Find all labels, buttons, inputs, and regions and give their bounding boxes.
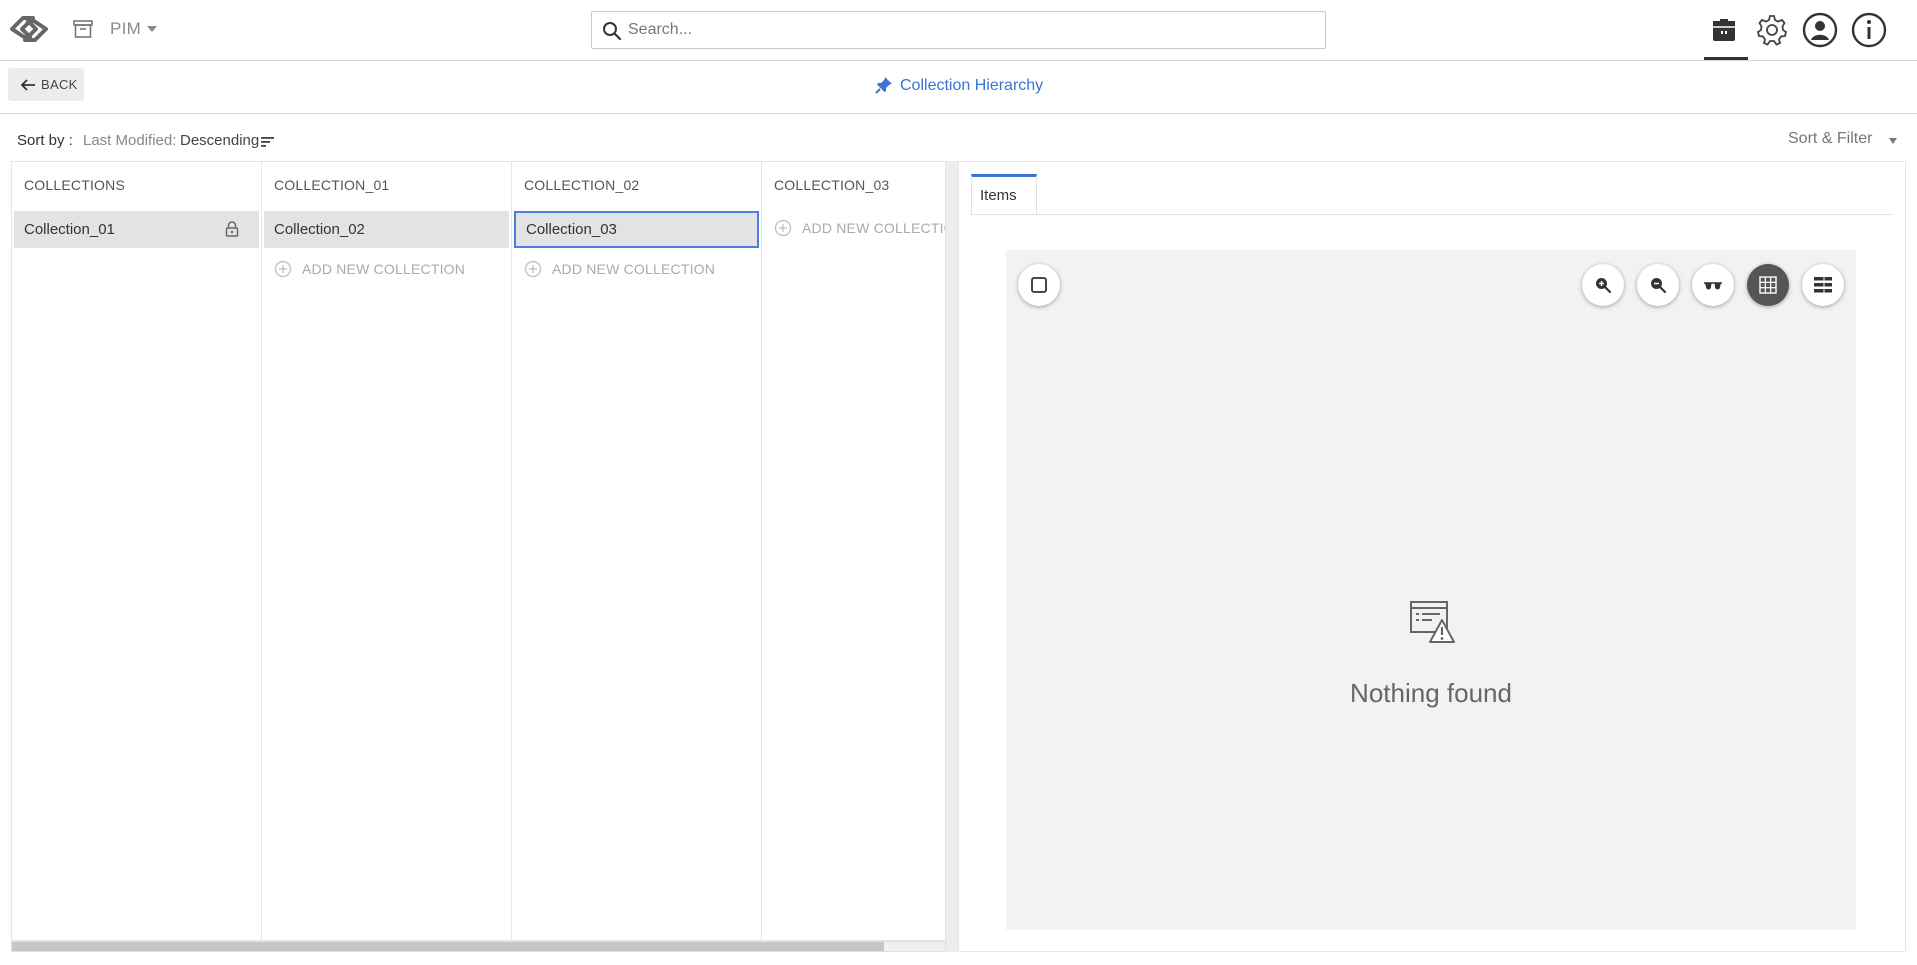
- glasses-icon: [1704, 282, 1722, 290]
- back-button[interactable]: BACK: [8, 68, 84, 101]
- plus-circle-icon: [274, 260, 292, 278]
- column-header: COLLECTION_02: [524, 177, 640, 193]
- empty-state-message: Nothing found: [1350, 678, 1512, 708]
- pin-icon: [875, 77, 892, 94]
- collection-item[interactable]: Collection_01: [14, 211, 259, 248]
- column-header: COLLECTION_01: [274, 177, 390, 193]
- sub-bar: BACK Collection Hierarchy: [0, 61, 1917, 114]
- items-viewer: [1006, 250, 1856, 930]
- info-icon[interactable]: [1850, 11, 1888, 49]
- sort-filter-dropdown[interactable]: Sort & Filter: [1788, 130, 1872, 148]
- tab-items[interactable]: Items: [971, 174, 1037, 214]
- search-icon: [603, 22, 622, 41]
- zoom-in-button[interactable]: [1582, 264, 1624, 306]
- checkbox-icon: [1031, 277, 1047, 293]
- tab-label: Items: [980, 187, 1017, 204]
- user-account-icon[interactable]: [1801, 11, 1839, 49]
- collection-item-label: Collection_02: [274, 221, 365, 238]
- top-bar: PIM: [0, 0, 1917, 61]
- archive-icon[interactable]: [72, 19, 94, 39]
- plus-circle-icon: [524, 260, 542, 278]
- column-collection-01: COLLECTION_01 Collection_02 ADD NEW COLL…: [262, 162, 512, 940]
- collection-columns: COLLECTIONS Collection_01 COLLECTION_01 …: [11, 161, 946, 941]
- sort-descending-icon[interactable]: [261, 136, 275, 148]
- lock-icon[interactable]: [225, 221, 239, 237]
- collection-item[interactable]: Collection_02: [264, 211, 509, 248]
- list-view-button[interactable]: [1802, 264, 1844, 306]
- add-new-collection-label: ADD NEW COLLECTION: [802, 220, 945, 236]
- chevron-down-icon[interactable]: [147, 26, 157, 32]
- sort-order[interactable]: Descending: [180, 132, 259, 149]
- back-button-label: BACK: [41, 77, 78, 92]
- items-panel: Items: [958, 161, 1906, 952]
- add-new-collection-label: ADD NEW COLLECTION: [302, 261, 466, 277]
- plus-circle-icon: [774, 219, 792, 237]
- column-header: COLLECTION_03: [774, 177, 890, 193]
- product-box-icon[interactable]: [1705, 11, 1743, 49]
- chevron-down-icon[interactable]: [1889, 138, 1897, 144]
- scrollbar-thumb[interactable]: [12, 942, 884, 951]
- list-view-icon: [1814, 277, 1832, 293]
- grid-view-button[interactable]: [1747, 264, 1789, 306]
- app-logo-icon[interactable]: [6, 10, 52, 48]
- page-title: Collection Hierarchy: [900, 77, 1044, 94]
- preview-toggle-button[interactable]: [1692, 264, 1734, 306]
- select-all-checkbox[interactable]: [1018, 264, 1060, 306]
- app-menu-label[interactable]: PIM: [110, 19, 141, 39]
- gear-icon[interactable]: [1753, 11, 1791, 49]
- column-collection-03: COLLECTION_03 ADD NEW COLLECTION: [762, 162, 945, 940]
- sort-by-label: Sort by :: [17, 132, 73, 149]
- no-results-icon: [1410, 601, 1455, 643]
- active-indicator: [1704, 57, 1748, 60]
- arrow-left-icon: [20, 79, 35, 91]
- tab-divider: [971, 214, 1893, 215]
- column-header: COLLECTIONS: [24, 177, 125, 193]
- zoom-out-icon: [1651, 278, 1667, 294]
- zoom-out-button[interactable]: [1637, 264, 1679, 306]
- column-collections: COLLECTIONS Collection_01: [12, 162, 262, 940]
- search-input[interactable]: [628, 12, 1318, 48]
- collection-item-label: Collection_03: [526, 221, 617, 238]
- column-collection-02: COLLECTION_02 Collection_03 ADD NEW COLL…: [512, 162, 762, 940]
- panel-splitter[interactable]: [946, 161, 958, 952]
- grid-view-icon: [1759, 276, 1777, 294]
- collection-item-label: Collection_01: [24, 221, 115, 238]
- sort-field[interactable]: Last Modified:: [83, 132, 176, 149]
- add-new-collection-label: ADD NEW COLLECTION: [552, 261, 716, 277]
- zoom-in-icon: [1596, 278, 1612, 294]
- search-bar: [591, 11, 1326, 49]
- collection-item-selected[interactable]: Collection_03: [514, 211, 759, 248]
